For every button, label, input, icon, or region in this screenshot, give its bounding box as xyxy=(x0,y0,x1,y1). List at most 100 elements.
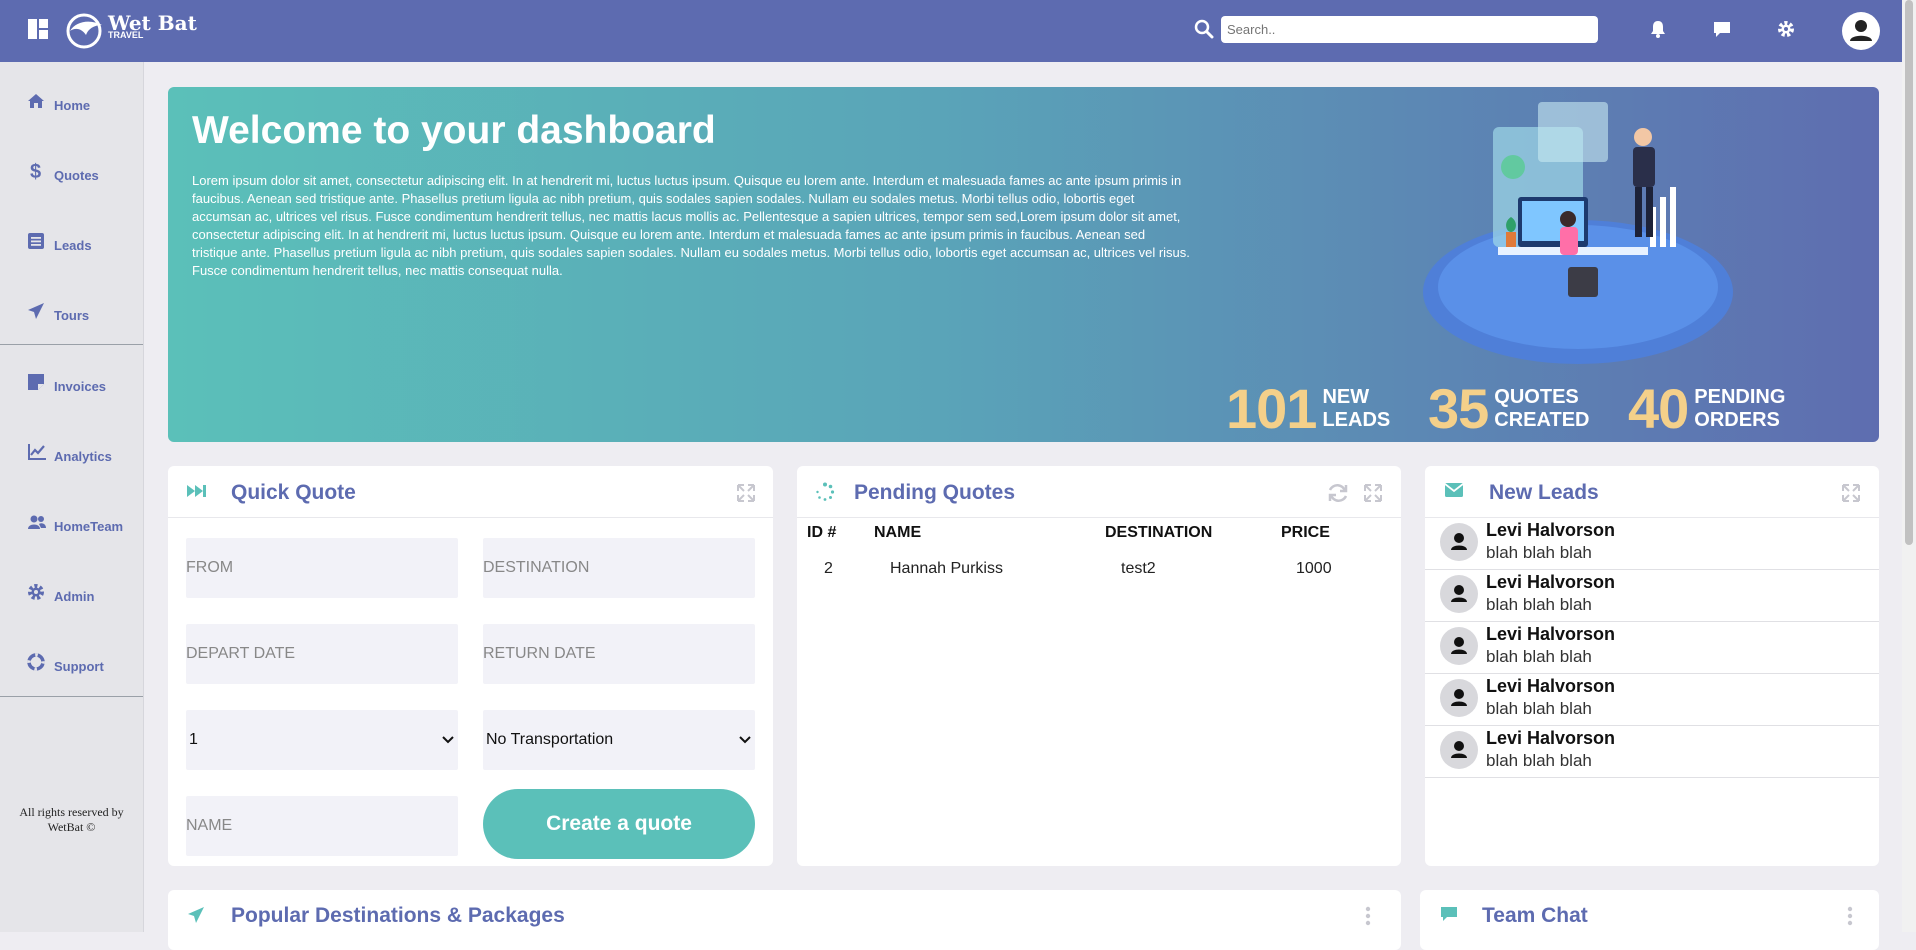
sidebar-item-analytics[interactable]: Analytics xyxy=(0,427,143,477)
pending-quotes-card: Pending Quotes ID # NAME DESTINATION PRI… xyxy=(797,466,1401,866)
sidebar-footer: All rights reserved by WetBat © xyxy=(0,805,143,835)
expand-icon[interactable] xyxy=(736,483,756,503)
cell-destination: test2 xyxy=(1121,560,1156,577)
chat-icon xyxy=(1441,907,1457,921)
user-avatar[interactable] xyxy=(1842,12,1880,50)
user-icon xyxy=(1451,585,1467,602)
stat-new-leads: 101 NEW LEADS xyxy=(1226,381,1390,437)
brand-logo[interactable]: Wet Bat TRAVEL xyxy=(66,13,197,49)
lead-avatar xyxy=(1440,627,1478,665)
bell-icon[interactable] xyxy=(1647,18,1669,40)
chat-icon[interactable] xyxy=(1711,18,1733,40)
popular-destinations-card: Popular Destinations & Packages xyxy=(168,890,1401,950)
home-icon xyxy=(28,94,44,108)
lead-item[interactable]: Levi Halvorson blah blah blah xyxy=(1425,517,1879,570)
welcome-title: Welcome to your dashboard xyxy=(192,109,716,152)
card-title: Team Chat xyxy=(1482,904,1588,927)
lifebuoy-icon xyxy=(27,653,45,671)
destination-field[interactable]: DESTINATION xyxy=(483,538,755,598)
lead-message: blah blah blah xyxy=(1486,699,1592,718)
name-field[interactable]: NAME xyxy=(186,796,458,856)
column-header-price: PRICE xyxy=(1281,524,1330,541)
from-placeholder: FROM xyxy=(186,559,234,576)
more-options-icon[interactable] xyxy=(1847,906,1853,926)
lead-item[interactable]: Levi Halvorson blah blah blah xyxy=(1425,569,1879,622)
wetbat-logo-icon xyxy=(66,13,102,49)
transportation-select[interactable]: No Transportation xyxy=(483,710,755,770)
gear-icon[interactable] xyxy=(1775,18,1797,40)
dashboard-illustration xyxy=(1423,102,1733,364)
sidebar-item-hometeam[interactable]: HomeTeam xyxy=(0,497,143,547)
expand-icon[interactable] xyxy=(1363,483,1383,503)
lead-message: blah blah blah xyxy=(1486,543,1592,562)
lead-avatar xyxy=(1440,731,1478,769)
sidebar-divider xyxy=(0,344,143,345)
card-title: Pending Quotes xyxy=(854,481,1016,504)
page-scrollbar[interactable] xyxy=(1902,0,1916,932)
refresh-icon[interactable] xyxy=(1327,483,1349,503)
sidebar-item-support[interactable]: Support xyxy=(0,637,143,687)
stat-pending-orders: 40 PENDING ORDERS xyxy=(1628,381,1785,437)
card-title: New Leads xyxy=(1489,481,1599,504)
travelers-select[interactable]: 1 xyxy=(186,710,458,770)
sidebar-item-invoices[interactable]: Invoices xyxy=(0,357,143,407)
sidebar-item-quotes[interactable]: $ Quotes xyxy=(0,146,143,196)
gear-icon xyxy=(28,584,44,600)
sidebar-item-label: Analytics xyxy=(54,449,112,464)
card-title: Quick Quote xyxy=(231,481,356,504)
quick-quote-card: Quick Quote FROM DESTINATION DEPART DATE… xyxy=(168,466,773,866)
lead-name: Levi Halvorson xyxy=(1486,520,1616,540)
sidebar-item-label: Home xyxy=(54,98,91,113)
user-icon xyxy=(1451,637,1467,654)
sidebar-item-admin[interactable]: Admin xyxy=(0,567,143,617)
cell-id: 2 xyxy=(824,560,833,577)
card-header: Pending Quotes xyxy=(797,466,1401,518)
lead-message: blah blah blah xyxy=(1486,647,1592,666)
list-icon xyxy=(28,233,44,249)
travelers-value: 1 xyxy=(189,731,198,748)
lead-name: Levi Halvorson xyxy=(1486,572,1616,592)
lead-item[interactable]: Levi Halvorson blah blah blah xyxy=(1425,673,1879,726)
search-input[interactable] xyxy=(1221,16,1598,43)
footer-rights: All rights reserved by xyxy=(19,805,124,819)
stat-quotes-created: 35 QUOTES CREATED xyxy=(1428,381,1589,437)
fast-forward-icon xyxy=(187,485,206,497)
stat-value: 101 xyxy=(1226,377,1317,440)
lead-item[interactable]: Levi Halvorson blah blah blah xyxy=(1425,725,1879,778)
return-date-field[interactable]: RETURN DATE xyxy=(483,624,755,684)
team-chat-card: Team Chat xyxy=(1420,890,1879,950)
new-leads-card: New Leads Levi Halvorson blah blah blah … xyxy=(1425,466,1879,866)
expand-icon[interactable] xyxy=(1841,483,1861,503)
sidebar-item-tours[interactable]: Tours xyxy=(0,286,143,336)
sidebar-item-label: Invoices xyxy=(54,379,107,394)
stat-label-line2: LEADS xyxy=(1322,409,1391,431)
stat-value: 40 xyxy=(1628,377,1689,440)
envelope-icon xyxy=(1445,483,1463,497)
depart-date-placeholder: DEPART DATE xyxy=(186,645,296,662)
create-quote-button[interactable]: Create a quote xyxy=(483,789,755,859)
sidebar-item-leads[interactable]: Leads xyxy=(0,216,143,266)
column-header-destination: DESTINATION xyxy=(1105,524,1213,541)
footer-brand: WetBat © xyxy=(47,820,96,834)
depart-date-field[interactable]: DEPART DATE xyxy=(186,624,458,684)
lead-name: Levi Halvorson xyxy=(1486,624,1616,644)
sidebar-item-label: Tours xyxy=(54,308,90,323)
lead-item[interactable]: Levi Halvorson blah blah blah xyxy=(1425,621,1879,674)
sidebar-item-label: HomeTeam xyxy=(54,519,124,534)
more-options-icon[interactable] xyxy=(1365,906,1371,926)
column-header-id: ID # xyxy=(807,524,837,541)
paper-plane-icon xyxy=(188,907,204,923)
lead-name: Levi Halvorson xyxy=(1486,728,1616,748)
chart-line-icon xyxy=(28,444,46,460)
chevron-down-icon xyxy=(739,736,751,744)
scrollbar-thumb[interactable] xyxy=(1905,0,1913,545)
stat-label-line1: NEW xyxy=(1322,386,1370,408)
transportation-value: No Transportation xyxy=(486,731,614,748)
dashboard-grid-icon[interactable] xyxy=(28,19,48,39)
from-field[interactable]: FROM xyxy=(186,538,458,598)
lead-avatar xyxy=(1440,523,1478,561)
sidebar-item-home[interactable]: Home xyxy=(0,76,143,126)
lead-name: Levi Halvorson xyxy=(1486,676,1616,696)
users-icon xyxy=(28,515,46,529)
stat-value: 35 xyxy=(1428,377,1489,440)
